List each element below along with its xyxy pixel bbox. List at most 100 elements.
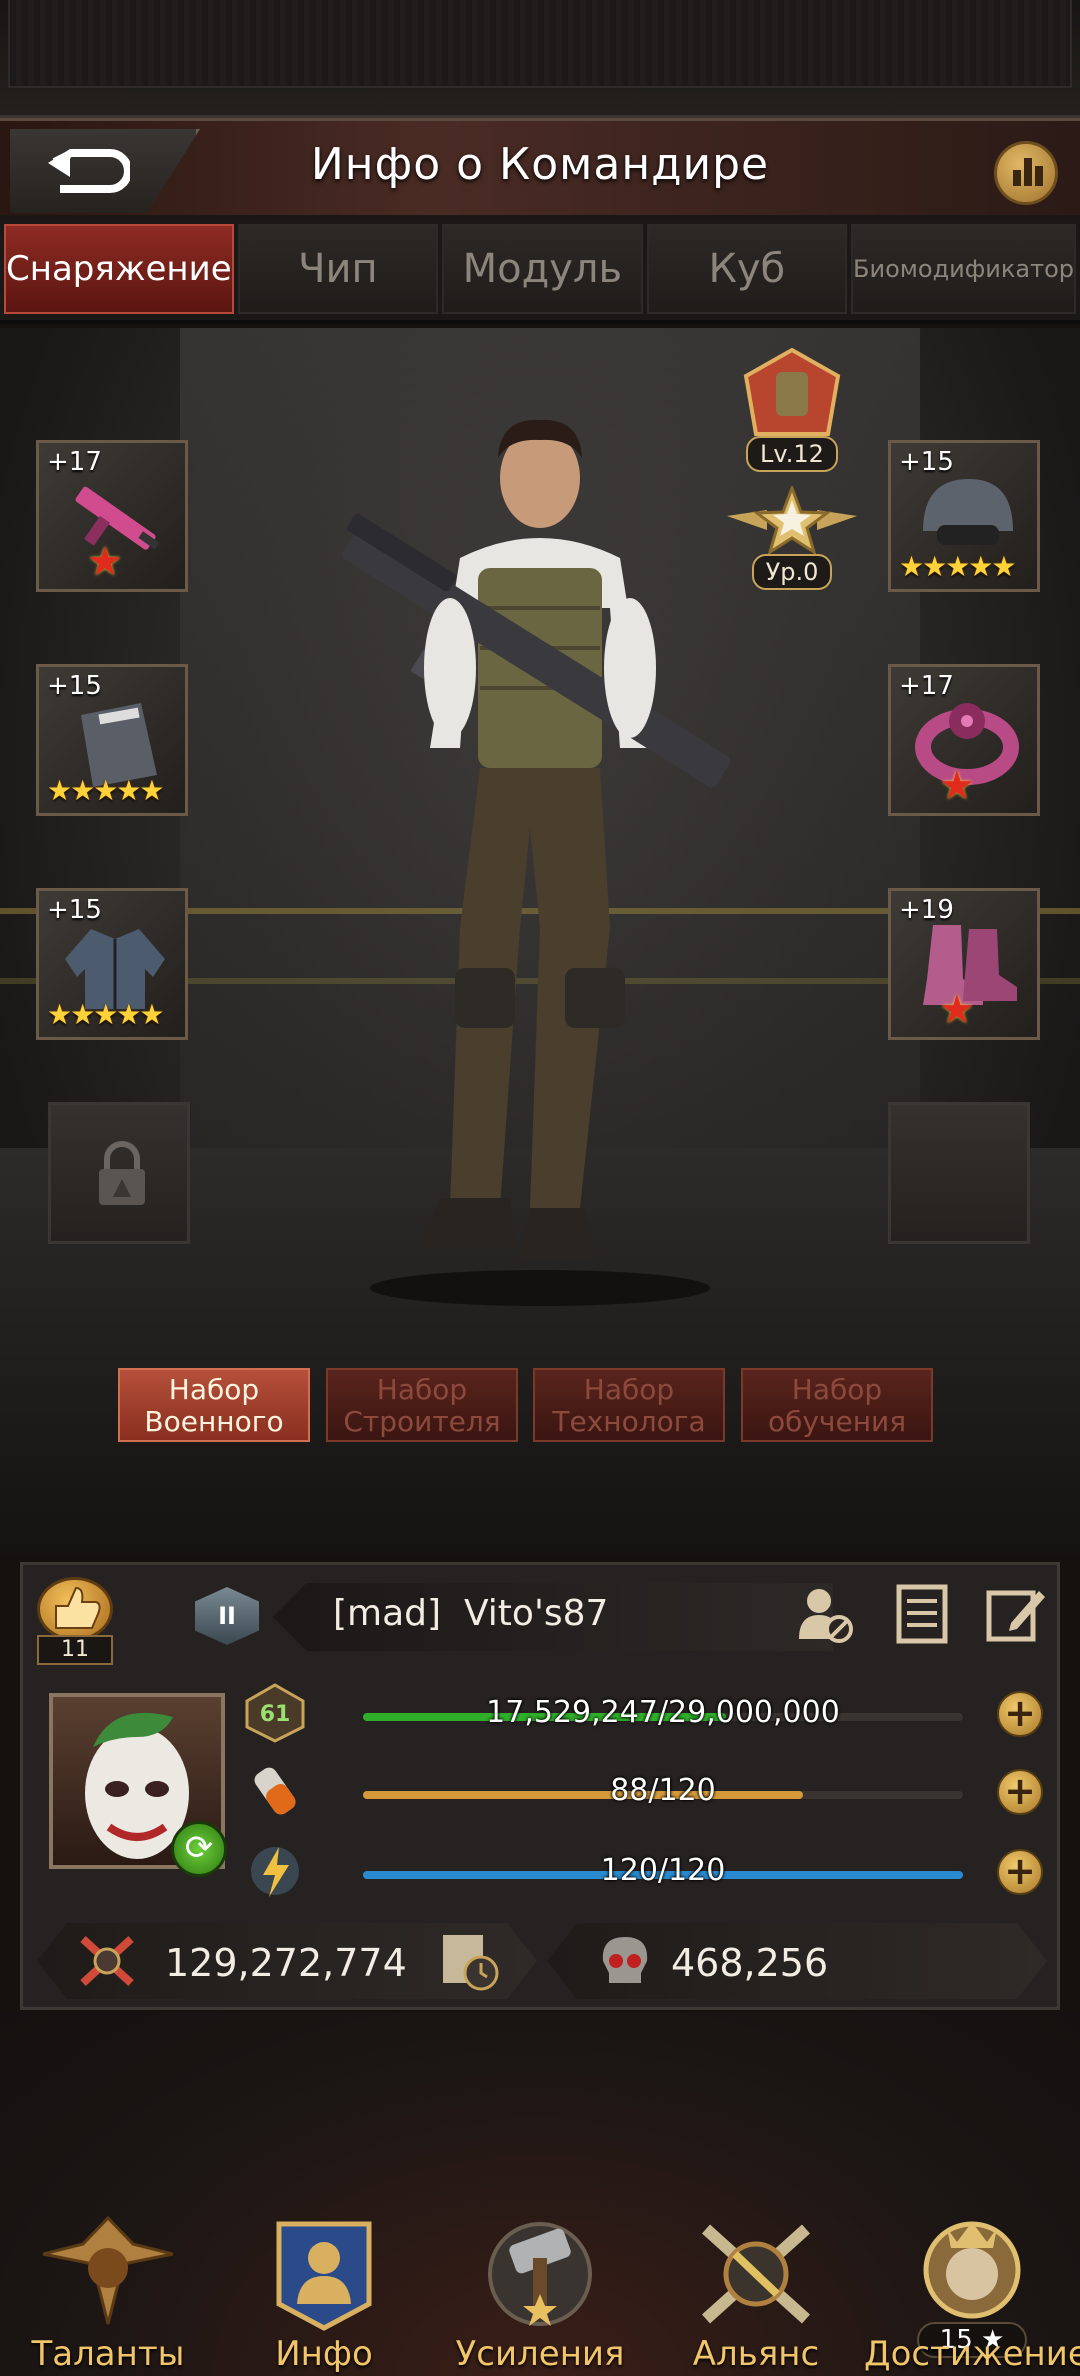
nav-label: Таланты: [31, 2334, 185, 2374]
tab-module[interactable]: Модуль: [442, 224, 643, 314]
level-badge[interactable]: Lv.12: [732, 347, 852, 472]
nav-label: Достижение: [864, 2334, 1080, 2374]
alliance-icon: [701, 2224, 811, 2324]
item-level: +17: [899, 671, 954, 701]
item-level: +15: [899, 447, 954, 477]
add-stamina-button[interactable]: +: [997, 1769, 1043, 1815]
commander-figure: [342, 419, 731, 1306]
tab-cube[interactable]: Куб: [646, 224, 848, 314]
slot-locked[interactable]: [48, 1102, 190, 1244]
star-icon: ★: [939, 763, 975, 809]
star-icon: ★: [939, 987, 975, 1033]
set-label-line1: Набор: [583, 1373, 675, 1406]
xp-row: 61 17,529,247/29,000,000 +: [243, 1679, 1043, 1749]
power-icon: [80, 1936, 134, 1986]
achievement-icon: [923, 2221, 1021, 2319]
player-nickname: Vito's87: [463, 1593, 609, 1634]
nav-info[interactable]: Инфо: [216, 2206, 432, 2376]
xp-text: 17,529,247/29,000,000: [486, 1695, 840, 1730]
like-count: 11: [37, 1635, 113, 1665]
set-label-line1: Набор: [791, 1373, 883, 1406]
page-title: Инфо о Командире: [310, 139, 770, 190]
energy-text: 120/120: [600, 1853, 726, 1888]
level-label: Lv.12: [746, 436, 838, 472]
nav-alliance[interactable]: Альянс: [648, 2206, 864, 2376]
boosts-icon: [488, 2222, 592, 2326]
thumbs-up-icon: [55, 1586, 101, 1629]
slot-jacket[interactable]: +15 ★★★★★: [36, 888, 188, 1040]
nav-talents[interactable]: Таланты: [0, 2206, 216, 2376]
header: Инфо о Командире: [0, 118, 1080, 218]
change-avatar-button[interactable]: ⟳: [171, 1821, 227, 1877]
player-name: [mad] Vito's87: [333, 1593, 608, 1634]
stamina-potion-icon: [254, 1767, 296, 1815]
bottom-nav: Таланты Инфо Усиления Альянс 15 ★ Достиж…: [0, 2206, 1080, 2376]
slot-helmet[interactable]: +15 ★★★★★: [888, 440, 1040, 592]
set-military-button[interactable]: Набор Военного: [118, 1368, 310, 1442]
set-training-button[interactable]: Набор обучения: [741, 1368, 933, 1442]
set-label-line1: Набор: [168, 1373, 260, 1406]
nav-achievement[interactable]: 15 ★ Достижение: [864, 2206, 1080, 2376]
refresh-icon: ⟳: [184, 1828, 214, 1868]
block-user-icon[interactable]: [793, 1583, 855, 1645]
slot-boots[interactable]: +19 ★: [888, 888, 1040, 1040]
slot-empty[interactable]: [888, 1102, 1030, 1244]
star-icon: ★: [87, 539, 123, 585]
commander-level-value: 61: [260, 1702, 291, 1727]
slot-armor-plate[interactable]: +15 ★★★★★: [36, 664, 188, 816]
set-technologist-button[interactable]: Набор Технолога: [533, 1368, 725, 1442]
skull-icon: [602, 1937, 648, 1983]
talents-icon: [43, 2215, 173, 2325]
commander-stage: +17 ★ +15 ★★★★★ +15 ★★★★★ +15 ★★★★★ +17 …: [0, 328, 1080, 1558]
power-details-icon[interactable]: [437, 1929, 501, 1993]
profile-panel: 11 II [mad] Vito's87 ⟳ 61 17,529,247/29,…: [20, 1562, 1060, 2010]
set-label-line1: Набор: [376, 1373, 468, 1406]
add-energy-button[interactable]: +: [997, 1849, 1043, 1895]
rank-star-icon: [727, 483, 857, 556]
rank-label: Ур.0: [751, 554, 833, 590]
tab-chip[interactable]: Чип: [237, 224, 439, 314]
power-box: 129,272,774: [37, 1923, 537, 1999]
item-level: +15: [47, 895, 102, 925]
power-value: 129,272,774: [165, 1941, 407, 1985]
tab-biomodifier[interactable]: Биомодификатор: [851, 224, 1076, 314]
tab-bar: Снаряжение Чип Модуль Куб Биомодификатор: [0, 218, 1080, 324]
level-icon: 61: [245, 1683, 305, 1743]
kills-value: 468,256: [671, 1941, 829, 1985]
nav-label: Альянс: [692, 2334, 820, 2374]
star-rating: ★★★★★: [899, 550, 1017, 583]
item-level: +15: [47, 671, 102, 701]
rank-badge[interactable]: Ур.0: [722, 483, 862, 590]
tab-equipment[interactable]: Снаряжение: [4, 224, 234, 314]
stamina-row: 88/120 +: [243, 1757, 1043, 1827]
top-frame: [0, 0, 1080, 118]
info-icon: [276, 2221, 372, 2331]
nav-boosts[interactable]: Усиления: [432, 2206, 648, 2376]
stats-button[interactable]: [994, 141, 1058, 205]
add-xp-button[interactable]: +: [997, 1691, 1043, 1737]
star-rating: ★★★★★: [47, 998, 165, 1031]
nav-label: Усиления: [455, 2334, 625, 2374]
frame-decor: [8, 0, 1072, 88]
nav-label: Инфо: [275, 2334, 373, 2374]
records-icon[interactable]: [891, 1583, 953, 1645]
energy-row: 120/120 +: [243, 1837, 1043, 1907]
rank-icon: II: [195, 1587, 259, 1645]
bottom-area: Таланты Инфо Усиления Альянс 15 ★ Достиж…: [0, 2012, 1080, 2376]
set-builder-button[interactable]: Набор Строителя: [326, 1368, 518, 1442]
energy-icon: [251, 1847, 299, 1897]
like-button[interactable]: [37, 1577, 113, 1641]
name-row: 11 II [mad] Vito's87: [23, 1565, 1057, 1669]
star-rating: ★★★★★: [47, 774, 165, 807]
set-label-line2: Технолога: [552, 1405, 706, 1438]
item-level: +19: [899, 895, 954, 925]
set-label-line2: обучения: [767, 1405, 907, 1438]
item-level: +17: [47, 447, 102, 477]
kills-box: 468,256: [547, 1923, 1047, 1999]
set-label-line2: Строителя: [343, 1405, 501, 1438]
commander-level-icon: [743, 347, 841, 436]
set-label-line2: Военного: [144, 1405, 284, 1438]
slot-ring[interactable]: +17 ★: [888, 664, 1040, 816]
slot-weapon[interactable]: +17 ★: [36, 440, 188, 592]
edit-icon[interactable]: [985, 1583, 1047, 1645]
